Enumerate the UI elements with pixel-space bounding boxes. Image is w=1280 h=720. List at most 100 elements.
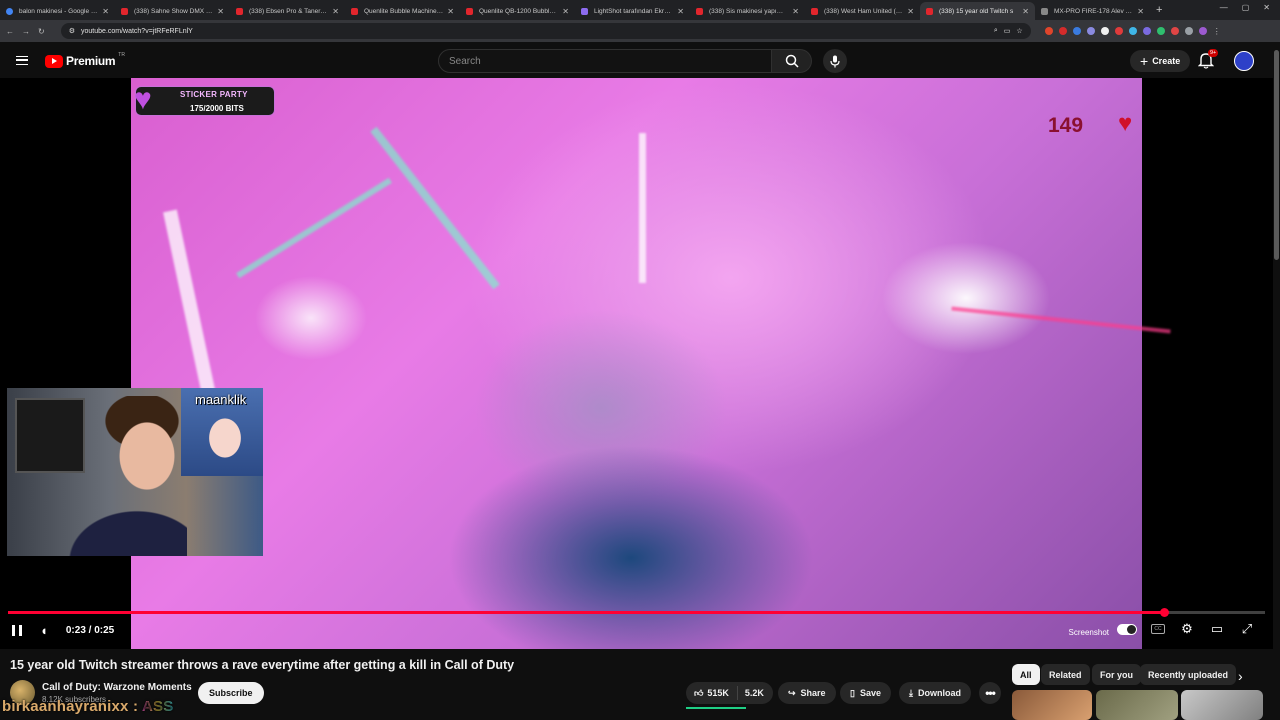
browser-tab[interactable]: Quenlite Bubble Machine-10C ✕ xyxy=(345,2,460,20)
notifications-button[interactable]: 9+ xyxy=(1197,49,1219,70)
youtube-header: Premium TR Search + Create 9+ xyxy=(0,42,1280,78)
extension-icon[interactable] xyxy=(1142,27,1151,35)
browser-menu-icon[interactable]: ⋮ xyxy=(1213,27,1221,36)
progress-bar[interactable] xyxy=(8,608,1265,617)
back-icon[interactable]: ← xyxy=(6,27,14,36)
extension-icon[interactable] xyxy=(1114,27,1123,35)
tab-title: (338) Sahne Show DMX Konto xyxy=(134,7,214,15)
more-actions-icon[interactable]: ••• xyxy=(979,682,1001,704)
search-button[interactable] xyxy=(772,49,812,73)
chip-for-you[interactable]: For you xyxy=(1092,664,1141,685)
new-tab-icon[interactable]: + xyxy=(1156,4,1162,16)
save-button[interactable]: ▯ Save xyxy=(840,682,891,704)
close-tab-icon[interactable]: ✕ xyxy=(217,7,224,16)
stream-counter: 149 xyxy=(1048,114,1084,137)
scrollbar-thumb[interactable] xyxy=(1274,50,1279,260)
url-text: youtube.com/watch?v=jtRFeRFLnlY xyxy=(80,27,193,35)
account-avatar[interactable] xyxy=(1234,51,1254,71)
player-controls-right: Screenshot CC ⚙ ▭ ⤢ xyxy=(1069,621,1255,637)
close-tab-icon[interactable]: ✕ xyxy=(677,7,684,16)
subtitles-icon[interactable]: CC xyxy=(1151,624,1165,634)
browser-tab-bar: balon makinesi - Google Sho ✕ (338) Sahne… xyxy=(0,0,1280,20)
extension-icon[interactable] xyxy=(1156,27,1165,35)
zoom-icon[interactable]: ⌕ xyxy=(994,27,998,35)
youtube-premium-logo[interactable]: Premium TR xyxy=(45,52,125,68)
extension-icon[interactable] xyxy=(1058,27,1067,35)
overlay-username: birkaanhayranixx : xyxy=(2,698,139,715)
minimize-icon[interactable]: — xyxy=(1220,3,1228,12)
chip-related[interactable]: Related xyxy=(1041,664,1090,685)
volume-icon[interactable]: ◖ xyxy=(40,623,48,638)
search-input[interactable]: Search xyxy=(438,49,772,73)
subscribe-button[interactable]: Subscribe xyxy=(198,682,264,704)
browser-tab-active[interactable]: (338) 15 year old Twitch s ✕ xyxy=(920,2,1035,20)
close-tab-icon[interactable]: ✕ xyxy=(1137,7,1144,16)
extension-icon[interactable] xyxy=(1086,27,1095,35)
settings-gear-icon[interactable]: ⚙ xyxy=(1179,621,1195,637)
channel-name[interactable]: Call of Duty: Warzone Moments xyxy=(42,682,192,693)
video-player[interactable]: ♥ STICKER PARTY 175/2000 BITS 149 ♥ maan… xyxy=(0,78,1273,649)
site-info-icon[interactable]: ⚙ xyxy=(69,27,75,35)
recommended-thumbnail[interactable] xyxy=(1096,690,1178,720)
browser-tab[interactable]: (338) West Ham United (4-0) ✕ xyxy=(805,2,920,20)
chip-all[interactable]: All xyxy=(1012,664,1040,685)
like-button[interactable]: 👍︎ 515K xyxy=(686,686,738,700)
profile-avatar-icon[interactable] xyxy=(1198,27,1207,35)
laser-beam xyxy=(370,126,500,290)
bookmark-star-icon[interactable]: ☆ xyxy=(1016,27,1022,35)
voice-search-button[interactable] xyxy=(823,49,847,73)
browser-tab[interactable]: MX-PRO FIRE-178 Alev Maki ✕ xyxy=(1035,2,1150,20)
browser-tab[interactable]: Quenlite QB-1200 Bubble Ma ✕ xyxy=(460,2,575,20)
create-label: Create xyxy=(1152,56,1181,66)
close-tab-icon[interactable]: ✕ xyxy=(102,7,109,16)
share-button[interactable]: ↪ Share xyxy=(778,682,836,704)
browser-tab[interactable]: (338) Sahne Show DMX Konto✕ xyxy=(115,2,230,20)
tab-title: Quenlite QB-1200 Bubble Ma xyxy=(479,7,559,15)
url-field[interactable]: ⚙ youtube.com/watch?v=jtRFeRFLnlY ⌕ ▭ ☆ xyxy=(60,23,1031,39)
screenshot-toggle[interactable] xyxy=(1117,623,1137,635)
download-label: Download xyxy=(917,688,961,698)
extension-icon[interactable] xyxy=(1072,27,1081,35)
close-tab-icon[interactable]: ✕ xyxy=(332,7,339,16)
close-tab-icon[interactable]: ✕ xyxy=(562,7,569,16)
browser-tab[interactable]: balon makinesi - Google Sho ✕ xyxy=(0,2,115,20)
video-frame xyxy=(131,78,1171,649)
notification-badge: 9+ xyxy=(1208,49,1219,57)
dislike-button[interactable]: 5.2K xyxy=(738,688,771,698)
download-button[interactable]: ⤓ Download xyxy=(899,682,971,704)
maximize-icon[interactable]: ▢ xyxy=(1242,3,1250,12)
page-scrollbar[interactable] xyxy=(1273,42,1280,720)
tab-title: (338) Ebsen Pro & Taner Yalçı xyxy=(249,7,329,15)
extension-icon[interactable] xyxy=(1128,27,1137,35)
reload-icon[interactable]: ↻ xyxy=(38,27,45,36)
extension-icon[interactable] xyxy=(1170,27,1179,35)
chevron-right-icon[interactable]: › xyxy=(1238,668,1243,684)
close-tab-icon[interactable]: ✕ xyxy=(907,7,914,16)
browser-tab[interactable]: (338) Ebsen Pro & Taner Yalçı ✕ xyxy=(230,2,345,20)
forward-icon[interactable]: → xyxy=(22,27,30,36)
close-window-icon[interactable]: ✕ xyxy=(1263,3,1270,12)
puzzle-extensions-icon[interactable] xyxy=(1184,27,1193,35)
close-tab-icon[interactable]: ✕ xyxy=(792,7,799,16)
fullscreen-icon[interactable]: ⤢ xyxy=(1239,621,1255,637)
theater-mode-icon[interactable]: ▭ xyxy=(1209,621,1225,637)
create-button[interactable]: + Create xyxy=(1130,50,1191,72)
logo-text: Premium xyxy=(66,54,116,68)
recommended-thumbnail[interactable] xyxy=(1181,690,1263,720)
recommended-thumbnail[interactable] xyxy=(1012,690,1092,720)
plus-icon: + xyxy=(1140,53,1149,69)
extension-icon[interactable] xyxy=(1100,27,1109,35)
tab-title: MX-PRO FIRE-178 Alev Maki xyxy=(1054,7,1134,15)
browser-tab[interactable]: (338) Sis makinesi yapımı , ha ✕ xyxy=(690,2,805,20)
extension-icon[interactable] xyxy=(1044,27,1053,35)
cast-icon[interactable]: ▭ xyxy=(1004,27,1011,35)
chip-recently-uploaded[interactable]: Recently uploaded xyxy=(1140,664,1237,685)
close-tab-icon[interactable]: ✕ xyxy=(447,7,454,16)
laser-beam xyxy=(951,306,1171,334)
progress-scrubber[interactable] xyxy=(1160,608,1170,617)
browser-tab[interactable]: LightShot tarafından Ekran Gö ✕ xyxy=(575,2,690,20)
pause-icon[interactable] xyxy=(12,625,22,636)
close-tab-icon[interactable]: ✕ xyxy=(1022,7,1029,16)
logo-country: TR xyxy=(118,52,125,58)
menu-hamburger-icon[interactable] xyxy=(16,56,28,65)
